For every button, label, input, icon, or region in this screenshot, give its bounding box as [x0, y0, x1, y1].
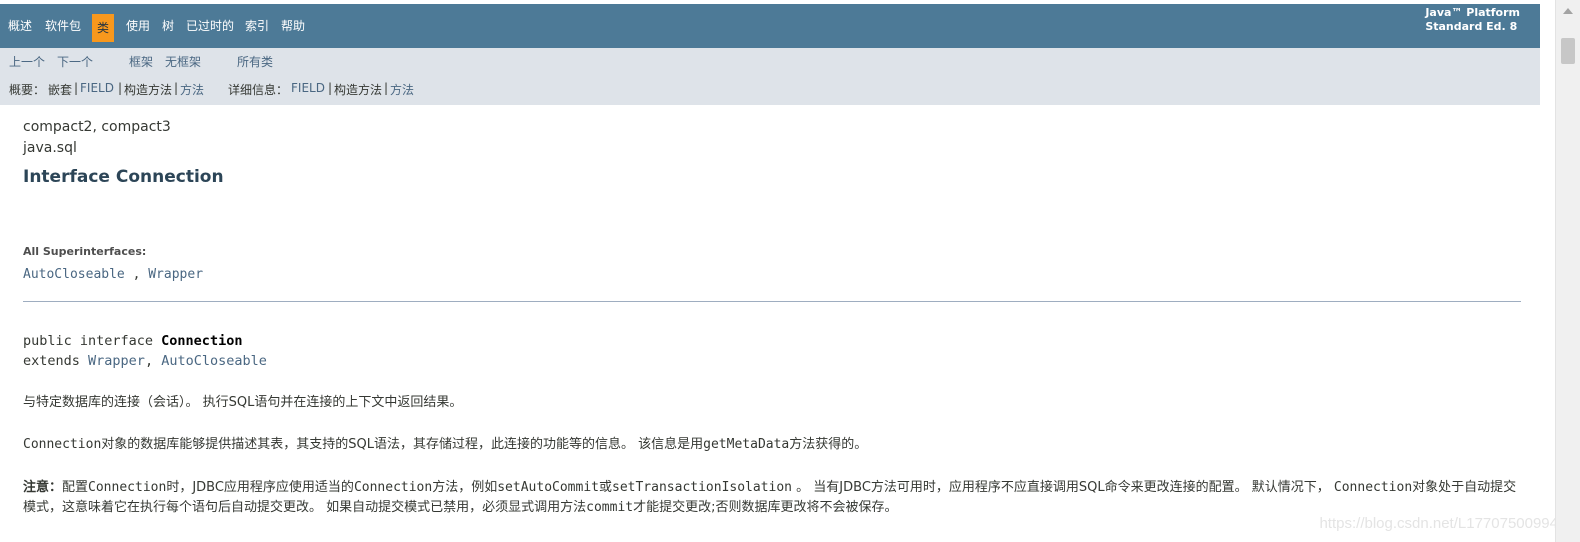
decl-name: Connection — [161, 333, 243, 349]
decl-line2: extends Wrapper, AutoCloseable — [23, 351, 267, 371]
watermark-text: https://blog.csdn.net/L17707500994 — [1319, 515, 1558, 532]
platform-line2: Standard Ed. 8 — [1425, 20, 1518, 33]
note-code-1: Connection — [88, 480, 167, 495]
para2-text2: 方法获得的。 — [789, 437, 868, 452]
note-code-3: setAutoCommit — [497, 480, 599, 495]
superinterfaces-sep: , — [124, 267, 149, 282]
para2-text1: 对象的数据库能够提供描述其表，其支持的SQL语法，其存储过程，此连接的功能等的信… — [101, 437, 704, 452]
decl-extends: extends — [23, 353, 89, 369]
detail-constructor: 构造方法 — [334, 83, 383, 97]
note-text-2: 时，JDBC应用程序应使用适当的 — [166, 480, 354, 495]
frames-link[interactable]: 框架 — [129, 53, 153, 70]
platform-line1: Java™ Platform — [1425, 6, 1520, 19]
prev-class-link[interactable]: 上一个 — [9, 53, 45, 70]
divider — [23, 301, 1521, 302]
decl-extends-wrapper-link[interactable]: Wrapper — [88, 353, 145, 369]
note-text-1: 配置 — [62, 480, 89, 495]
summary-field-link[interactable]: FIELD — [80, 81, 114, 95]
summary-sep: | — [174, 81, 179, 95]
note-code-6: commit — [586, 500, 634, 515]
profiles-text: compact2, compact3 — [23, 119, 171, 135]
detail-label: 详细信息： — [228, 83, 289, 97]
platform-label: Java™ Platform Standard Ed. 8 — [1425, 6, 1520, 34]
note-code-4: setTransactionIsolation — [612, 480, 793, 495]
note-text-3: 方法，例如 — [432, 480, 498, 495]
note-text-7: 才能提交更改;否则数据库更改将不会被保存。 — [633, 500, 898, 515]
scrollbar-thumb[interactable] — [1561, 38, 1575, 64]
scroll-up-arrow-icon[interactable] — [1563, 8, 1573, 14]
note-text-5: 。 当有JDBC方法可用时，应用程序不应直接调用SQL命令来更改连接的配置。 默… — [792, 480, 1334, 495]
summary-constructor: 构造方法 — [124, 83, 173, 97]
note-label: 注意： — [23, 480, 63, 495]
nav-use[interactable]: 使用 — [126, 4, 150, 48]
vertical-scrollbar[interactable] — [1555, 0, 1580, 542]
note-text-4: 或 — [598, 480, 612, 495]
description-para-1: 与特定数据库的连接（会话）。 执行SQL语句并在连接的上下文中返回结果。 — [23, 395, 463, 410]
summary-nested: 嵌套 — [48, 83, 73, 97]
next-class-link[interactable]: 下一个 — [57, 53, 93, 70]
superinterfaces-label: All Superinterfaces: — [23, 245, 147, 258]
superinterfaces-list: AutoCloseable , Wrapper — [23, 267, 203, 282]
top-navbar: 概述 软件包 类 使用 树 已过时的 索引 帮助 Java™ Platform … — [0, 4, 1540, 48]
decl-comma: , — [144, 353, 162, 369]
detail-field-link[interactable]: FIELD — [291, 81, 325, 95]
superinterface-link-wrapper[interactable]: Wrapper — [148, 267, 203, 282]
summary-method-link[interactable]: 方法 — [180, 81, 204, 98]
note-code-5: Connection — [1333, 480, 1413, 495]
summary-sep: | — [74, 81, 79, 95]
nav-overview[interactable]: 概述 — [8, 4, 32, 48]
description-note: 注意：配置Connection时，JDBC应用程序应使用适当的Connectio… — [23, 478, 1523, 518]
decl-extends-autocloseable-link[interactable]: AutoCloseable — [161, 353, 267, 369]
nav-help[interactable]: 帮助 — [281, 4, 305, 48]
code-getmetadata: getMetaData — [703, 437, 790, 452]
package-name: java.sql — [23, 140, 77, 156]
nav-tree[interactable]: 树 — [162, 4, 174, 48]
description-para-2: Connection对象的数据库能够提供描述其表，其支持的SQL语法，其存储过程… — [23, 435, 1523, 455]
all-classes-link[interactable]: 所有类 — [237, 53, 273, 70]
note-code-2: Connection — [353, 480, 433, 495]
nav-deprecated[interactable]: 已过时的 — [186, 4, 234, 48]
summary-label: 概要： — [9, 83, 46, 97]
summary-sep: | — [118, 81, 123, 95]
detail-method-link[interactable]: 方法 — [390, 81, 414, 98]
page-title: Interface Connection — [23, 167, 224, 187]
nav-class[interactable]: 类 — [92, 14, 115, 42]
detail-sep: | — [328, 81, 333, 95]
code-connection: Connection — [23, 437, 102, 452]
no-frames-link[interactable]: 无框架 — [165, 53, 201, 70]
nav-index[interactable]: 索引 — [245, 4, 269, 48]
superinterface-link-autocloseable[interactable]: AutoCloseable — [23, 267, 125, 282]
decl-prefix: public interface — [23, 333, 162, 349]
interface-declaration: public interface Connection extends Wrap… — [23, 331, 267, 371]
detail-sep: | — [384, 81, 389, 95]
decl-line1: public interface Connection — [23, 331, 267, 351]
sub-navbar: 上一个 下一个 框架 无框架 所有类 概要： 嵌套 | FIELD | 构造方法… — [0, 48, 1540, 105]
nav-package[interactable]: 软件包 — [45, 4, 81, 48]
